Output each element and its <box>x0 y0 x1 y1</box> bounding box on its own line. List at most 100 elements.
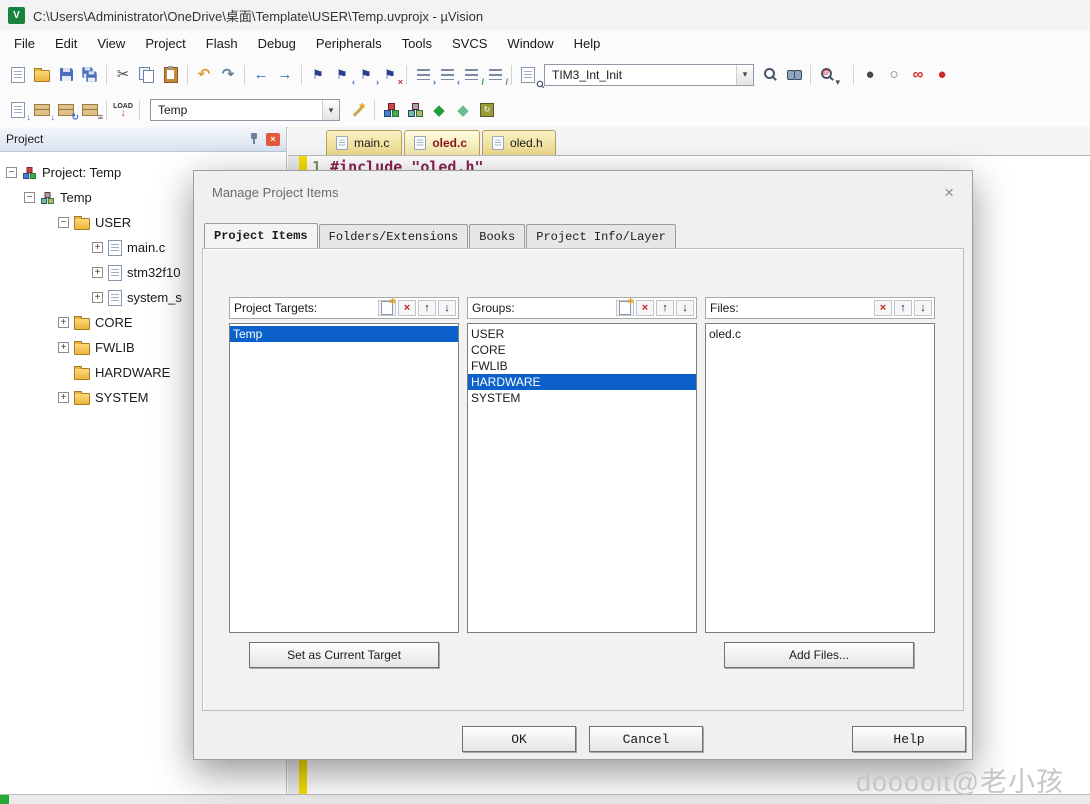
breakpoint-toggle-icon[interactable]: ● <box>858 63 882 87</box>
menu-tools[interactable]: Tools <box>392 33 442 54</box>
dialog-close-icon[interactable]: × <box>944 184 954 201</box>
dialog-tab-project-info-layer[interactable]: Project Info/Layer <box>526 224 676 248</box>
find-combobox[interactable]: TIM3_Int_Init ▾ <box>544 64 754 86</box>
move-group-down-button[interactable]: ↓ <box>676 300 694 316</box>
tree-expander[interactable]: + <box>58 392 69 403</box>
download-flash-icon[interactable]: LOAD↓ <box>111 98 135 122</box>
breakpoint-kill-all-icon[interactable]: ● <box>930 63 954 87</box>
open-folder-icon[interactable] <box>30 63 54 87</box>
set-as-current-target-button[interactable]: Set as Current Target <box>249 642 439 668</box>
list-item-file-oled-c[interactable]: oled.c <box>706 326 934 342</box>
files-list[interactable]: oled.c <box>705 323 935 633</box>
translate-file-icon[interactable]: ↓ <box>6 98 30 122</box>
new-group-button[interactable]: ✱ <box>616 300 634 316</box>
bookmark-clear-icon[interactable]: ⚑× <box>378 63 402 87</box>
dialog-tab-folders-extensions[interactable]: Folders/Extensions <box>319 224 469 248</box>
list-item-group-fwlib[interactable]: FWLIB <box>468 358 696 374</box>
move-file-up-button[interactable]: ↑ <box>894 300 912 316</box>
find-in-files-icon[interactable] <box>516 63 540 87</box>
tree-expander[interactable]: + <box>92 267 103 278</box>
list-item-group-system[interactable]: SYSTEM <box>468 390 696 406</box>
delete-file-button[interactable]: × <box>874 300 892 316</box>
menu-debug[interactable]: Debug <box>248 33 306 54</box>
menu-peripherals[interactable]: Peripherals <box>306 33 392 54</box>
nav-forward-icon[interactable]: → <box>273 63 297 87</box>
panel-close-icon[interactable]: × <box>266 133 280 146</box>
dialog-tab-books[interactable]: Books <box>469 224 525 248</box>
ok-button[interactable]: OK <box>462 726 576 752</box>
breakpoint-disable-all-icon[interactable]: ∞ <box>906 63 930 87</box>
menu-file[interactable]: File <box>4 33 45 54</box>
list-item-group-user[interactable]: USER <box>468 326 696 342</box>
delete-target-button[interactable]: × <box>398 300 416 316</box>
tab-main-c[interactable]: main.c <box>326 130 402 155</box>
delete-group-button[interactable]: × <box>636 300 654 316</box>
new-target-button[interactable]: ✱ <box>378 300 396 316</box>
paste-icon[interactable] <box>159 63 183 87</box>
indent-right-icon[interactable]: › <box>411 63 435 87</box>
tree-expander[interactable]: + <box>58 317 69 328</box>
cancel-button[interactable]: Cancel <box>589 726 703 752</box>
menu-svcs[interactable]: SVCS <box>442 33 497 54</box>
incremental-find-icon[interactable]: @▾ <box>815 63 839 87</box>
binoculars-icon[interactable] <box>782 63 806 87</box>
save-icon[interactable] <box>54 63 78 87</box>
add-files-button[interactable]: Add Files... <box>724 642 914 668</box>
tree-expander[interactable]: − <box>6 167 17 178</box>
save-all-icon[interactable] <box>78 63 102 87</box>
new-file-icon[interactable] <box>6 63 30 87</box>
bookmark-next-icon[interactable]: ⚑› <box>354 63 378 87</box>
pack-installer-icon[interactable]: ◆ <box>451 98 475 122</box>
search-icon[interactable] <box>758 63 782 87</box>
tab-oled-c[interactable]: oled.c <box>404 130 480 155</box>
file-extensions-icon[interactable] <box>403 98 427 122</box>
rebuild-all-icon[interactable]: ↻ <box>54 98 78 122</box>
menu-view[interactable]: View <box>87 33 135 54</box>
options-for-target-icon[interactable]: ✱ <box>346 98 370 122</box>
move-group-up-button[interactable]: ↑ <box>656 300 674 316</box>
find-dropdown-icon[interactable]: ▾ <box>736 65 753 85</box>
menu-flash[interactable]: Flash <box>196 33 248 54</box>
bookmark-toggle-icon[interactable]: ⚑ <box>306 63 330 87</box>
dialog-tab-project-items[interactable]: Project Items <box>204 223 318 248</box>
manage-project-items-icon[interactable] <box>379 98 403 122</box>
tree-expander[interactable]: + <box>58 342 69 353</box>
uncomment-icon[interactable]: / <box>483 63 507 87</box>
menu-edit[interactable]: Edit <box>45 33 87 54</box>
tree-expander[interactable]: − <box>24 192 35 203</box>
move-file-down-button[interactable]: ↓ <box>914 300 932 316</box>
move-target-up-button[interactable]: ↑ <box>418 300 436 316</box>
copy-icon[interactable] <box>135 63 159 87</box>
menu-window[interactable]: Window <box>497 33 563 54</box>
nav-back-icon[interactable]: ← <box>249 63 273 87</box>
target-combobox[interactable]: Temp ▾ <box>150 99 340 121</box>
find-value[interactable]: TIM3_Int_Init <box>545 68 736 82</box>
build-icon[interactable]: ↓ <box>30 98 54 122</box>
move-target-down-button[interactable]: ↓ <box>438 300 456 316</box>
groups-list[interactable]: USER CORE FWLIB HARDWARE SYSTEM <box>467 323 697 633</box>
project-targets-list[interactable]: Temp <box>229 323 459 633</box>
redo-icon[interactable]: ↷ <box>216 63 240 87</box>
dialog-titlebar[interactable]: Manage Project Items × <box>194 171 972 213</box>
undo-icon[interactable]: ↶ <box>192 63 216 87</box>
software-packs-icon[interactable]: ◆ <box>427 98 451 122</box>
list-item-group-core[interactable]: CORE <box>468 342 696 358</box>
batch-build-icon[interactable]: ≡ <box>78 98 102 122</box>
tree-expander[interactable]: + <box>92 242 103 253</box>
help-button[interactable]: Help <box>852 726 966 752</box>
target-value[interactable]: Temp <box>151 103 322 117</box>
indent-left-icon[interactable]: ‹ <box>435 63 459 87</box>
tree-expander[interactable]: − <box>58 217 69 228</box>
pin-icon[interactable] <box>249 133 259 145</box>
cut-icon[interactable]: ✂ <box>111 63 135 87</box>
target-dropdown-icon[interactable]: ▾ <box>322 100 339 120</box>
list-item-target-temp[interactable]: Temp <box>230 326 458 342</box>
bookmark-prev-icon[interactable]: ⚑‹ <box>330 63 354 87</box>
comment-icon[interactable]: / <box>459 63 483 87</box>
breakpoint-enable-icon[interactable]: ○ <box>882 63 906 87</box>
list-item-group-hardware[interactable]: HARDWARE <box>468 374 696 390</box>
menu-project[interactable]: Project <box>135 33 195 54</box>
runtime-environment-icon[interactable]: ↻ <box>475 98 499 122</box>
tab-oled-h[interactable]: oled.h <box>482 130 556 155</box>
menu-help[interactable]: Help <box>564 33 611 54</box>
